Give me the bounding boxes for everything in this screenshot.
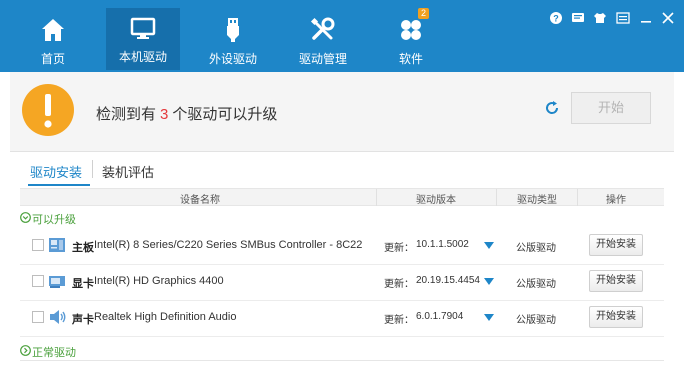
group-upgradable-label[interactable]: 可以升级 bbox=[32, 211, 76, 227]
column-driver-version: 驱动版本 bbox=[416, 195, 456, 206]
tab-divider bbox=[92, 160, 93, 178]
home-icon bbox=[42, 19, 64, 41]
version-dropdown-icon[interactable] bbox=[484, 314, 494, 321]
row-checkbox[interactable] bbox=[32, 311, 44, 323]
nav-driver-management-label: 驱动管理 bbox=[298, 52, 347, 66]
svg-text:?: ? bbox=[553, 14, 559, 24]
monitor-icon bbox=[130, 17, 156, 39]
skin-icon[interactable] bbox=[593, 11, 607, 25]
table-row: 主板 Intel(R) 8 Series/C220 Series SMBus C… bbox=[20, 229, 664, 265]
warning-icon bbox=[22, 84, 74, 136]
start-upgrade-button[interactable]: 开始 bbox=[571, 92, 651, 124]
alert-text-before: 检测到有 bbox=[96, 106, 157, 123]
nav-local-drivers[interactable]: 本机驱动 bbox=[106, 8, 180, 70]
nav-home[interactable]: 首页 bbox=[16, 10, 90, 68]
refresh-icon[interactable] bbox=[544, 100, 560, 116]
close-icon[interactable] bbox=[661, 11, 675, 25]
group-normal-label[interactable]: 正常驱动 bbox=[32, 344, 76, 360]
speaker-icon bbox=[50, 310, 66, 324]
upgrade-alert-message: 检测到有 3 个驱动可以升级 bbox=[96, 103, 277, 124]
help-icon[interactable]: ? bbox=[549, 11, 563, 25]
column-device-name: 设备名称 bbox=[180, 195, 220, 206]
table-row: 显卡 Intel(R) HD Graphics 4400 更新： 20.19.1… bbox=[20, 265, 664, 301]
device-type: 显卡 bbox=[72, 278, 94, 290]
feedback-icon[interactable] bbox=[571, 11, 585, 25]
install-button[interactable]: 开始安装 bbox=[589, 234, 643, 256]
driver-version: 6.0.1.7904 bbox=[416, 311, 464, 322]
driver-type: 公版驱动 bbox=[516, 279, 556, 290]
nav-software-label: 软件 bbox=[398, 52, 423, 66]
nav-peripheral-drivers[interactable]: 外设驱动 bbox=[196, 10, 270, 68]
device-name: Realtek High Definition Audio bbox=[94, 311, 237, 323]
column-divider bbox=[496, 189, 497, 206]
active-tab-indicator bbox=[28, 184, 90, 186]
content-tabs: 驱动安装 装机评估 bbox=[20, 152, 674, 188]
nav-home-label: 首页 bbox=[40, 52, 65, 66]
column-divider bbox=[577, 189, 578, 206]
driver-type: 公版驱动 bbox=[516, 315, 556, 326]
tab-system-evaluation[interactable]: 装机评估 bbox=[102, 162, 154, 181]
nav-driver-management[interactable]: 驱动管理 bbox=[286, 10, 360, 68]
driver-version: 20.19.15.4454 bbox=[416, 275, 480, 286]
driver-type: 公版驱动 bbox=[516, 243, 556, 254]
graphics-card-icon bbox=[49, 276, 65, 288]
collapse-chevron-icon[interactable] bbox=[20, 212, 31, 223]
version-prefix: 更新： bbox=[384, 279, 414, 290]
motherboard-icon bbox=[49, 238, 65, 252]
device-name: Intel(R) HD Graphics 4400 bbox=[94, 275, 224, 287]
install-button[interactable]: 开始安装 bbox=[589, 270, 643, 292]
row-checkbox[interactable] bbox=[32, 239, 44, 251]
driver-version: 10.1.1.5002 bbox=[416, 239, 469, 250]
table-row: 声卡 Realtek High Definition Audio 更新： 6.0… bbox=[20, 301, 664, 337]
nav-local-drivers-label: 本机驱动 bbox=[118, 50, 167, 64]
alert-text-after: 个驱动可以升级 bbox=[172, 106, 278, 123]
column-driver-type: 驱动类型 bbox=[517, 195, 557, 206]
install-button[interactable]: 开始安装 bbox=[589, 306, 643, 328]
nav-peripheral-drivers-label: 外设驱动 bbox=[208, 52, 257, 66]
device-type: 声卡 bbox=[72, 314, 94, 326]
driver-table-header: 设备名称 驱动版本 驱动类型 操作 bbox=[20, 188, 664, 206]
software-update-badge: 2 bbox=[418, 8, 430, 19]
version-prefix: 更新： bbox=[384, 315, 414, 326]
version-dropdown-icon[interactable] bbox=[484, 278, 494, 285]
device-type: 主板 bbox=[72, 242, 94, 254]
tools-icon bbox=[310, 17, 335, 40]
column-action: 操作 bbox=[606, 195, 626, 206]
column-divider bbox=[376, 189, 377, 206]
menu-icon[interactable] bbox=[616, 11, 630, 25]
upgrade-alert-panel: 检测到有 3 个驱动可以升级 开始 bbox=[10, 72, 674, 152]
table-bottom-divider bbox=[20, 360, 664, 361]
expand-chevron-icon[interactable] bbox=[20, 345, 31, 356]
version-prefix: 更新： bbox=[384, 243, 414, 254]
upgradable-count: 3 bbox=[160, 106, 169, 123]
minimize-icon[interactable] bbox=[639, 11, 653, 25]
device-name: Intel(R) 8 Series/C220 Series SMBus Cont… bbox=[94, 239, 363, 251]
top-navigation-bar: 首页 本机驱动 外设驱动 驱动管理 2 软件 ? bbox=[0, 0, 684, 72]
nav-software[interactable]: 2 软件 bbox=[374, 8, 448, 68]
usb-icon bbox=[227, 18, 239, 42]
apps-icon bbox=[401, 20, 421, 40]
version-dropdown-icon[interactable] bbox=[484, 242, 494, 249]
row-checkbox[interactable] bbox=[32, 275, 44, 287]
tab-driver-install[interactable]: 驱动安装 bbox=[30, 162, 82, 181]
